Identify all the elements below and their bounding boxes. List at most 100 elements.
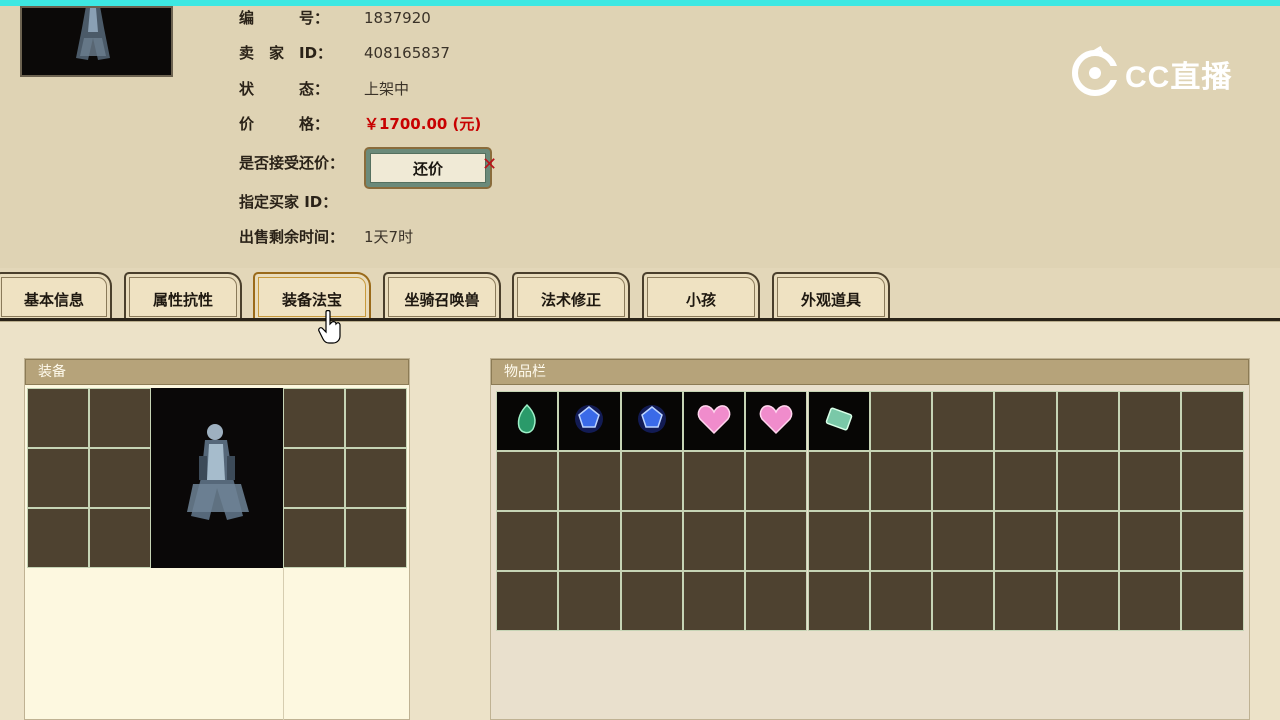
- pink-heart-gem-icon: [694, 399, 734, 443]
- counter-offer-button[interactable]: 还价: [364, 147, 492, 189]
- inventory-slot[interactable]: [807, 451, 870, 511]
- inventory-item[interactable]: [807, 391, 870, 451]
- remaining-time-label: 出售剩余时间：: [239, 228, 345, 246]
- seller-id-label: 卖 家 ID：: [239, 44, 333, 62]
- character-model-icon: [187, 424, 249, 520]
- inventory-slot[interactable]: [1056, 451, 1119, 511]
- tab-basic-info[interactable]: 基本信息: [0, 272, 112, 320]
- inventory-slot[interactable]: [558, 451, 621, 511]
- brand-text: CC直播: [1125, 61, 1233, 94]
- equipment-panel-title: 装备: [25, 359, 409, 385]
- inventory-slot[interactable]: [1181, 391, 1244, 451]
- equip-slot[interactable]: [345, 388, 407, 448]
- tab-attributes[interactable]: 属性抗性: [124, 272, 242, 320]
- character-figure-icon: [76, 8, 110, 60]
- inventory-panel-title: 物品栏: [491, 359, 1249, 385]
- inventory-slot[interactable]: [807, 511, 870, 571]
- brand-watermark: CC直播: [1070, 46, 1245, 96]
- tab-spell-correction[interactable]: 法术修正: [512, 272, 630, 320]
- inventory-slot[interactable]: [745, 571, 808, 631]
- equip-slot[interactable]: [27, 448, 89, 508]
- inventory-slot[interactable]: [620, 451, 683, 511]
- inventory-slot[interactable]: [1181, 451, 1244, 511]
- inventory-slot[interactable]: [558, 571, 621, 631]
- inventory-panel: 物品栏: [490, 358, 1250, 720]
- equip-slot[interactable]: [27, 508, 89, 568]
- inventory-slot[interactable]: [932, 391, 995, 451]
- equip-slot[interactable]: [283, 508, 345, 568]
- equip-slot[interactable]: [27, 388, 89, 448]
- price-label: 价 格：: [239, 115, 330, 133]
- inventory-slot[interactable]: [932, 511, 995, 571]
- inventory-slot[interactable]: [682, 511, 746, 571]
- cc-logo-icon: [1072, 46, 1120, 96]
- inventory-slot[interactable]: [869, 511, 933, 571]
- panel-divider: [283, 568, 284, 720]
- inventory-slot[interactable]: [1181, 571, 1244, 631]
- inventory-item[interactable]: [745, 391, 808, 451]
- hand-cursor-icon: [318, 310, 341, 344]
- inventory-item[interactable]: [558, 391, 621, 451]
- character-portrait: [20, 6, 173, 77]
- tab-child[interactable]: 小孩: [642, 272, 760, 320]
- inventory-slot[interactable]: [994, 451, 1057, 511]
- inventory-item[interactable]: [620, 391, 683, 451]
- main-content: 装备 物品栏: [0, 322, 1280, 720]
- serial-value: 1837920: [364, 9, 431, 27]
- tab-appearance[interactable]: 外观道具: [772, 272, 890, 320]
- equip-slot[interactable]: [283, 448, 345, 508]
- tab-mounts-pets[interactable]: 坐骑召唤兽: [383, 272, 501, 320]
- inventory-slot[interactable]: [932, 571, 995, 631]
- inventory-slot[interactable]: [620, 571, 683, 631]
- inventory-slot[interactable]: [1056, 571, 1119, 631]
- inventory-slot[interactable]: [496, 451, 559, 511]
- inventory-item[interactable]: [496, 391, 559, 451]
- inventory-slot[interactable]: [745, 451, 808, 511]
- equip-slot[interactable]: [89, 508, 151, 568]
- inventory-slot[interactable]: [1181, 511, 1244, 571]
- tab-equipment[interactable]: 装备法宝: [253, 272, 371, 320]
- inventory-slot[interactable]: [1119, 391, 1182, 451]
- price-value: ￥1700.00 (元): [364, 115, 482, 133]
- inventory-slot[interactable]: [496, 571, 559, 631]
- inventory-slot[interactable]: [1119, 571, 1182, 631]
- status-label: 状 态：: [239, 80, 330, 98]
- counter-offer-label: 还价: [370, 153, 486, 183]
- inventory-slot[interactable]: [869, 571, 933, 631]
- designated-buyer-label: 指定买家 ID：: [239, 193, 338, 211]
- listing-header: 编 号： 1837920 卖 家 ID： 408165837 状 态： 上架中 …: [0, 6, 1280, 268]
- serial-label: 编 号：: [239, 9, 330, 27]
- inventory-slot[interactable]: [745, 511, 808, 571]
- inventory-slot[interactable]: [1056, 391, 1119, 451]
- inventory-slot[interactable]: [994, 571, 1057, 631]
- inventory-slot[interactable]: [558, 511, 621, 571]
- inventory-slot[interactable]: [994, 391, 1057, 451]
- equipment-panel: 装备: [24, 358, 410, 720]
- equip-slot[interactable]: [283, 388, 345, 448]
- inventory-slot[interactable]: [869, 391, 933, 451]
- inventory-slot[interactable]: [620, 511, 683, 571]
- inventory-slot[interactable]: [682, 571, 746, 631]
- inventory-slot[interactable]: [1056, 511, 1119, 571]
- inventory-slot[interactable]: [807, 571, 870, 631]
- seller-id-value: 408165837: [364, 44, 450, 62]
- equip-slot[interactable]: [89, 388, 151, 448]
- inventory-slot[interactable]: [869, 451, 933, 511]
- close-icon: ✕: [482, 154, 498, 175]
- inventory-slot[interactable]: [1119, 451, 1182, 511]
- green-gem-icon: [507, 399, 547, 443]
- status-value: 上架中: [364, 80, 410, 98]
- remaining-time-value: 1天7时: [364, 228, 414, 246]
- equip-slot[interactable]: [345, 448, 407, 508]
- equip-slot[interactable]: [89, 448, 151, 508]
- inventory-grid: [496, 391, 1246, 633]
- inventory-item[interactable]: [682, 391, 746, 451]
- inventory-slot[interactable]: [496, 511, 559, 571]
- inventory-slot[interactable]: [994, 511, 1057, 571]
- inventory-slot[interactable]: [682, 451, 746, 511]
- blue-gem-icon: [632, 399, 672, 443]
- inventory-slot[interactable]: [932, 451, 995, 511]
- inventory-slot[interactable]: [1119, 511, 1182, 571]
- blue-gem-icon: [569, 399, 609, 443]
- equip-slot[interactable]: [345, 508, 407, 568]
